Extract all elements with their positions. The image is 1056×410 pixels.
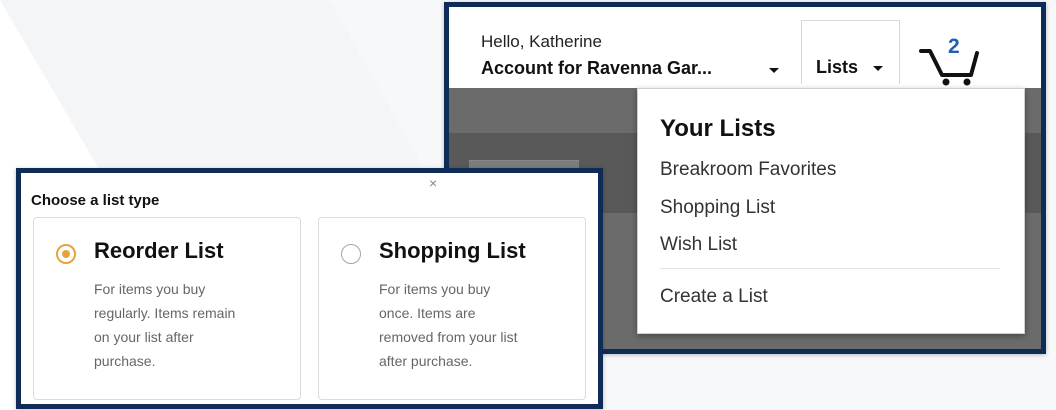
option-description: For items you buy once. Items are remove… <box>379 277 574 373</box>
description-line: For items you buy <box>94 281 206 297</box>
list-item-wish-list[interactable]: Wish List <box>660 234 737 256</box>
caret-down-icon <box>873 66 883 71</box>
description-line: after purchase. <box>379 353 473 369</box>
description-line: regularly. Items remain <box>94 305 236 321</box>
your-lists-dropdown: Your Lists Breakroom Favorites Shopping … <box>637 88 1025 334</box>
reorder-list-option[interactable]: Reorder List For items you buy regularly… <box>33 217 301 400</box>
dropdown-divider <box>660 268 1000 269</box>
create-list-link[interactable]: Create a List <box>660 286 768 308</box>
description-line: once. Items are <box>379 305 476 321</box>
choose-list-type-heading: Choose a list type <box>31 192 160 209</box>
description-line: For items you buy <box>379 281 491 297</box>
radio-dot <box>62 250 70 258</box>
lists-button[interactable]: Lists <box>801 20 900 84</box>
dropdown-pointer <box>866 79 884 88</box>
shopping-list-option[interactable]: Shopping List For items you buy once. It… <box>318 217 586 400</box>
option-title: Shopping List <box>379 238 526 263</box>
close-icon[interactable]: × <box>429 175 437 191</box>
caret-down-icon[interactable] <box>769 68 779 73</box>
header-bar: Hello, Katherine Account for Ravenna Gar… <box>449 7 1041 88</box>
radio-unselected-icon[interactable] <box>341 244 361 264</box>
option-description: For items you buy regularly. Items remai… <box>94 277 289 373</box>
cart-count-badge: 2 <box>948 35 960 58</box>
account-menu[interactable]: Account for Ravenna Gar... <box>481 58 712 79</box>
description-line: purchase. <box>94 353 156 369</box>
radio-selected-icon[interactable] <box>56 244 76 264</box>
cart-button[interactable]: 2 <box>917 25 983 86</box>
description-line: removed from your list <box>379 329 518 345</box>
option-title: Reorder List <box>94 238 224 263</box>
lists-button-label: Lists <box>816 57 859 77</box>
description-line: on your list after <box>94 329 194 345</box>
list-type-panel: Choose a list type × Reorder List For it… <box>16 168 603 409</box>
dropdown-title: Your Lists <box>660 115 776 142</box>
greeting-text: Hello, Katherine <box>481 32 602 51</box>
list-item-breakroom-favorites[interactable]: Breakroom Favorites <box>660 159 836 181</box>
list-item-shopping-list[interactable]: Shopping List <box>660 197 775 219</box>
